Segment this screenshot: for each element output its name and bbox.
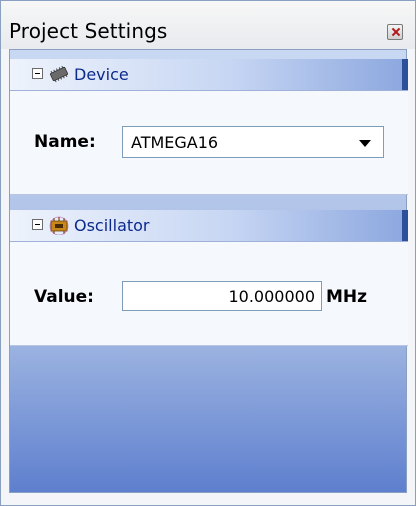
oscillator-icon	[49, 216, 69, 235]
chip-icon	[49, 65, 69, 83]
oscillator-value-label: Value:	[34, 287, 94, 307]
collapse-icon[interactable]	[32, 219, 43, 230]
project-settings-panel: Project Settings Device Name: ATMEGA16 O…	[0, 0, 416, 506]
close-icon[interactable]	[387, 24, 403, 40]
section-header-edge	[402, 59, 408, 90]
chevron-down-icon[interactable]	[359, 140, 371, 147]
section-header-edge	[402, 210, 408, 241]
oscillator-section-title: Oscillator	[74, 216, 150, 235]
device-section-header[interactable]: Device	[10, 59, 408, 91]
oscillator-section-body: Value: MHz	[10, 242, 408, 346]
device-name-value: ATMEGA16	[131, 133, 219, 152]
oscillator-value-input[interactable]	[122, 281, 322, 311]
oscillator-unit-label: MHz	[326, 287, 368, 307]
panel-title: Project Settings	[9, 19, 168, 43]
device-name-dropdown[interactable]: ATMEGA16	[122, 126, 384, 158]
panel-header: Project Settings	[1, 1, 415, 49]
device-section-title: Device	[74, 65, 129, 84]
collapse-icon[interactable]	[32, 68, 43, 79]
device-name-label: Name:	[34, 132, 96, 152]
device-section-body: Name: ATMEGA16	[10, 91, 408, 195]
oscillator-section-header[interactable]: Oscillator	[10, 210, 408, 242]
settings-container: Device Name: ATMEGA16 Oscillator Value: …	[9, 49, 408, 493]
